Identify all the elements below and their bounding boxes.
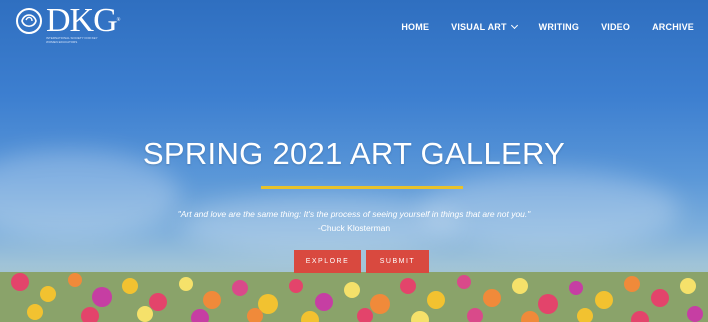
nav-item-label: VIDEO bbox=[601, 22, 631, 32]
site-logo[interactable]: DKG® INTERNATIONAL SOCIETY FOR KEY WOMEN… bbox=[14, 4, 121, 45]
page-title: SPRING 2021 ART GALLERY bbox=[142, 136, 566, 171]
nav-item-label: VISUAL ART bbox=[451, 22, 507, 32]
nav-item-label: ARCHIVE bbox=[652, 22, 694, 32]
hero-banner: DKG® INTERNATIONAL SOCIETY FOR KEY WOMEN… bbox=[0, 0, 708, 322]
rose-icon bbox=[16, 8, 42, 34]
nav-item-archive[interactable]: ARCHIVE bbox=[652, 22, 694, 32]
logo-text: DKG® INTERNATIONAL SOCIETY FOR KEY WOMEN… bbox=[46, 4, 121, 45]
title-divider bbox=[261, 186, 463, 189]
chevron-down-icon bbox=[510, 21, 518, 30]
hero-buttons: EXPLORE SUBMIT bbox=[294, 250, 429, 273]
logo-subtitle: INTERNATIONAL SOCIETY FOR KEY WOMEN EDUC… bbox=[46, 36, 98, 44]
quote-author: -Chuck Klosterman bbox=[317, 223, 391, 233]
explore-button[interactable]: EXPLORE bbox=[294, 250, 361, 273]
trademark: ® bbox=[116, 18, 121, 23]
nav-item-writing[interactable]: WRITING bbox=[539, 22, 579, 32]
nav-item-video[interactable]: VIDEO bbox=[601, 22, 630, 32]
nav-item-label: HOME bbox=[401, 22, 430, 32]
nav-item-label: WRITING bbox=[538, 22, 580, 32]
nav-item-visual-art[interactable]: VISUAL ART bbox=[451, 21, 518, 32]
nav-item-home[interactable]: HOME bbox=[401, 22, 429, 32]
hero-quote: "Art and love are the same thing: It's t… bbox=[177, 209, 531, 219]
submit-button[interactable]: SUBMIT bbox=[366, 250, 429, 273]
logo-wordmark: DKG bbox=[46, 2, 118, 39]
main-nav: HOME VISUAL ART WRITING VIDEO ARCHIVE bbox=[379, 21, 694, 32]
